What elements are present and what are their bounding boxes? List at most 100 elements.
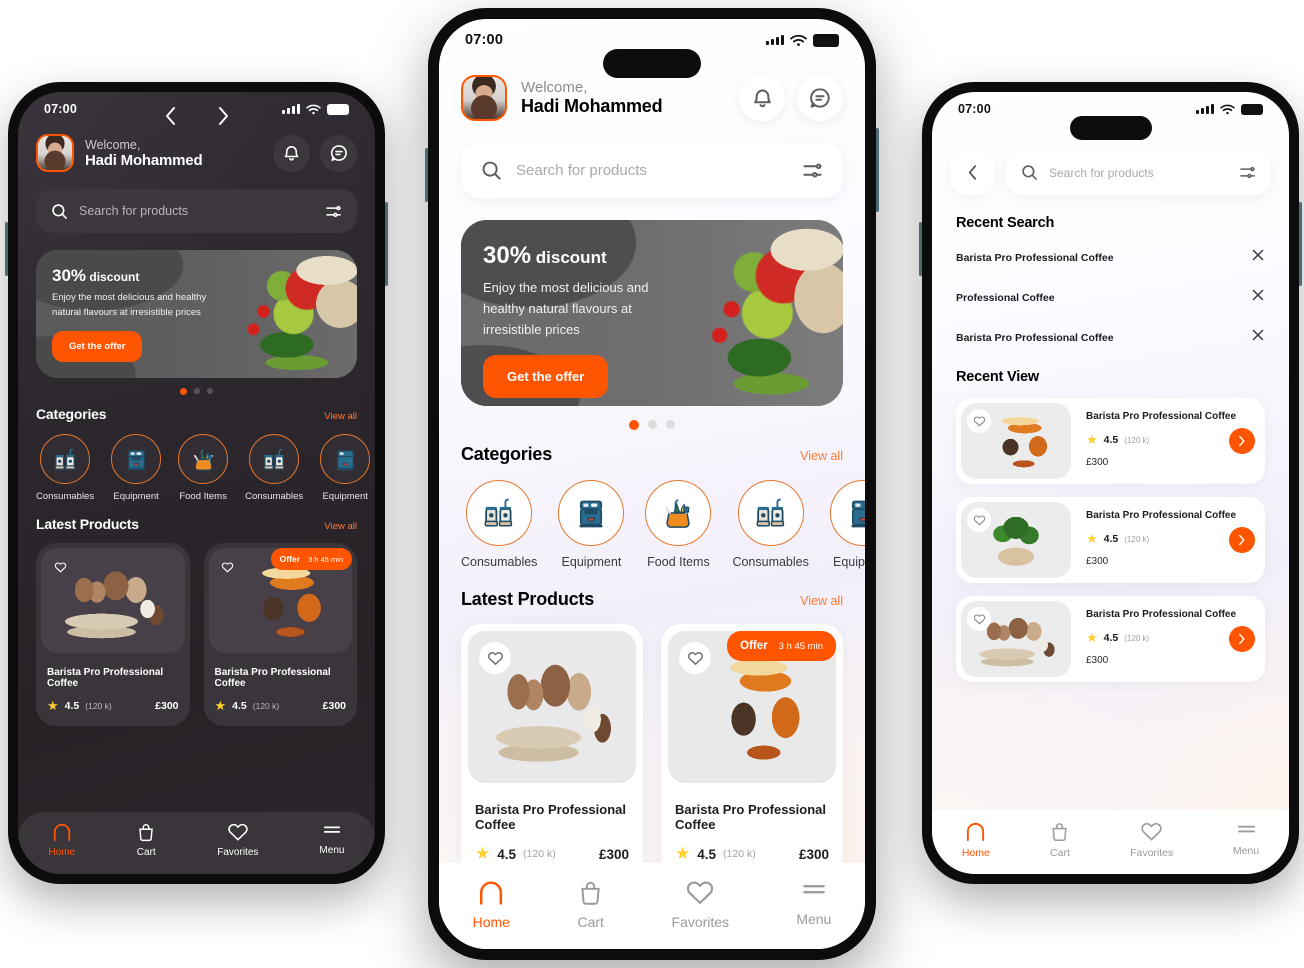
bottom-nav-cart[interactable]: Cart: [136, 822, 156, 858]
products-view-all[interactable]: View all: [800, 594, 843, 608]
close-x-icon[interactable]: [1251, 248, 1265, 267]
carousel-arrows[interactable]: [164, 106, 230, 126]
favorite-button[interactable]: [967, 607, 991, 631]
offer-badge: Offer 3 h 45 min: [270, 548, 352, 570]
favorite-button[interactable]: [967, 409, 991, 433]
product-card[interactable]: Barista Pro Professional Coffee ★ 4.5 (1…: [461, 624, 643, 880]
categories-list[interactable]: Consumables Equipment Food Items Consuma…: [461, 480, 865, 569]
search-bar[interactable]: Search for products: [36, 189, 357, 233]
sliders-filter-icon[interactable]: [1239, 165, 1256, 180]
coffee-cups-icon: [40, 434, 91, 484]
category-item[interactable]: Consumables: [732, 480, 809, 569]
product-card[interactable]: Barista Pro Professional Coffee ★ 4.5 (1…: [36, 543, 190, 726]
battery-icon: [327, 103, 349, 115]
banner-dot[interactable]: [629, 420, 639, 430]
banner-dot[interactable]: [648, 420, 657, 429]
bottom-nav-home[interactable]: Home: [473, 879, 510, 930]
close-x-icon[interactable]: [1251, 288, 1265, 307]
bottom-nav-favorites[interactable]: Favorites: [671, 879, 729, 930]
heart-icon: [973, 416, 985, 427]
recent-view-card[interactable]: Barista Pro Professional Coffee ★ 4.5 (1…: [956, 497, 1265, 583]
bottom-nav-cart[interactable]: Cart: [1049, 821, 1070, 859]
category-label: Consumables: [245, 491, 304, 502]
espresso-machine-icon: [111, 434, 162, 484]
category-item[interactable]: Equipment: [829, 480, 865, 569]
favorite-button[interactable]: [217, 556, 239, 578]
recent-search-row[interactable]: Barista Pro Professional Coffee: [956, 248, 1265, 267]
category-item[interactable]: Equipment: [558, 480, 625, 569]
chevron-left-icon[interactable]: [164, 106, 177, 126]
banner-dots[interactable]: [18, 388, 375, 395]
bottom-nav-label: Favorites: [217, 847, 259, 858]
recent-search-text: Barista Pro Professional Coffee: [956, 251, 1114, 264]
product-card[interactable]: Offer 3 h 45 min Barista Pro Professiona…: [203, 543, 357, 726]
category-label: Equipment: [832, 555, 865, 569]
sliders-filter-icon[interactable]: [802, 161, 823, 180]
category-item[interactable]: Equipment: [320, 434, 371, 502]
home-icon: [480, 881, 503, 905]
recent-view-card[interactable]: Barista Pro Professional Coffee ★ 4.5 (1…: [956, 596, 1265, 682]
notifications-button[interactable]: [739, 75, 785, 121]
notifications-button[interactable]: [273, 134, 310, 172]
chevron-right-icon[interactable]: [217, 106, 230, 126]
bottom-nav-menu[interactable]: Menu: [319, 822, 344, 856]
product-rating-row: ★ 4.5 (120 k): [1086, 531, 1253, 547]
category-item[interactable]: Consumables: [245, 434, 303, 502]
recent-view-card[interactable]: Barista Pro Professional Coffee ★ 4.5 (1…: [956, 398, 1265, 484]
bottom-nav-home[interactable]: Home: [49, 822, 75, 858]
back-button[interactable]: [950, 150, 995, 195]
banner-dot[interactable]: [207, 388, 213, 394]
product-card[interactable]: Offer 3 h 45 min Barista Pro Professiona…: [661, 624, 843, 880]
close-x-icon[interactable]: [1251, 328, 1265, 347]
category-item[interactable]: Consumables: [36, 434, 94, 502]
category-item[interactable]: Food Items: [178, 434, 229, 502]
banner-dot[interactable]: [180, 388, 187, 395]
search-input[interactable]: Search for products: [516, 162, 788, 179]
promo-banner[interactable]: 30% discount Enjoy the most delicious an…: [36, 250, 357, 378]
product-reviews: (120 k): [252, 701, 280, 711]
bottom-nav-cart[interactable]: Cart: [577, 879, 604, 930]
categories-list[interactable]: Consumables Equipment Food Items Consuma…: [36, 434, 375, 502]
bottom-nav-menu[interactable]: Menu: [796, 879, 831, 927]
categories-view-all[interactable]: View all: [800, 449, 843, 463]
bottom-nav-home[interactable]: Home: [962, 821, 990, 859]
favorite-button[interactable]: [49, 556, 71, 578]
user-avatar[interactable]: [36, 134, 74, 172]
favorite-button[interactable]: [967, 508, 991, 532]
user-avatar[interactable]: [461, 75, 507, 121]
products-view-all[interactable]: View all: [324, 521, 357, 532]
offer-time: 3 h 45 min: [307, 554, 343, 564]
search-input[interactable]: Search for products: [1049, 166, 1228, 180]
search-input[interactable]: Search for products: [79, 204, 314, 218]
category-item[interactable]: Food Items: [645, 480, 712, 569]
favorite-button[interactable]: [679, 642, 711, 674]
search-bar[interactable]: Search for products: [1006, 150, 1271, 195]
category-item[interactable]: Equipment: [111, 434, 162, 502]
messages-button[interactable]: [320, 134, 357, 172]
get-offer-button[interactable]: Get the offer: [52, 331, 143, 363]
open-product-button[interactable]: [1229, 428, 1255, 454]
search-bar[interactable]: Search for products: [461, 143, 843, 198]
recent-view-title: Recent View: [956, 369, 1039, 385]
bottom-nav-favorites[interactable]: Favorites: [217, 822, 258, 858]
messages-button[interactable]: [797, 75, 843, 121]
open-product-button[interactable]: [1229, 626, 1255, 652]
recent-search-row[interactable]: Professional Coffee: [956, 288, 1265, 307]
banner-dots[interactable]: [439, 420, 865, 430]
promo-banner[interactable]: 30% discount Enjoy the most delicious an…: [461, 220, 843, 406]
sliders-filter-icon[interactable]: [325, 204, 342, 219]
search-icon: [1022, 165, 1037, 180]
offer-label: Offer: [279, 554, 300, 564]
banner-percent: 30%: [52, 266, 87, 285]
recent-search-row[interactable]: Barista Pro Professional Coffee: [956, 328, 1265, 347]
open-product-button[interactable]: [1229, 527, 1255, 553]
categories-view-all[interactable]: View all: [324, 411, 357, 422]
status-time: 07:00: [44, 102, 77, 116]
category-item[interactable]: Consumables: [461, 480, 537, 569]
bottom-nav-favorites[interactable]: Favorites: [1130, 821, 1173, 859]
banner-dot[interactable]: [194, 388, 200, 394]
favorite-button[interactable]: [479, 642, 511, 674]
banner-dot[interactable]: [666, 420, 675, 429]
get-offer-button[interactable]: Get the offer: [483, 355, 609, 399]
bottom-nav-menu[interactable]: Menu: [1233, 821, 1259, 857]
